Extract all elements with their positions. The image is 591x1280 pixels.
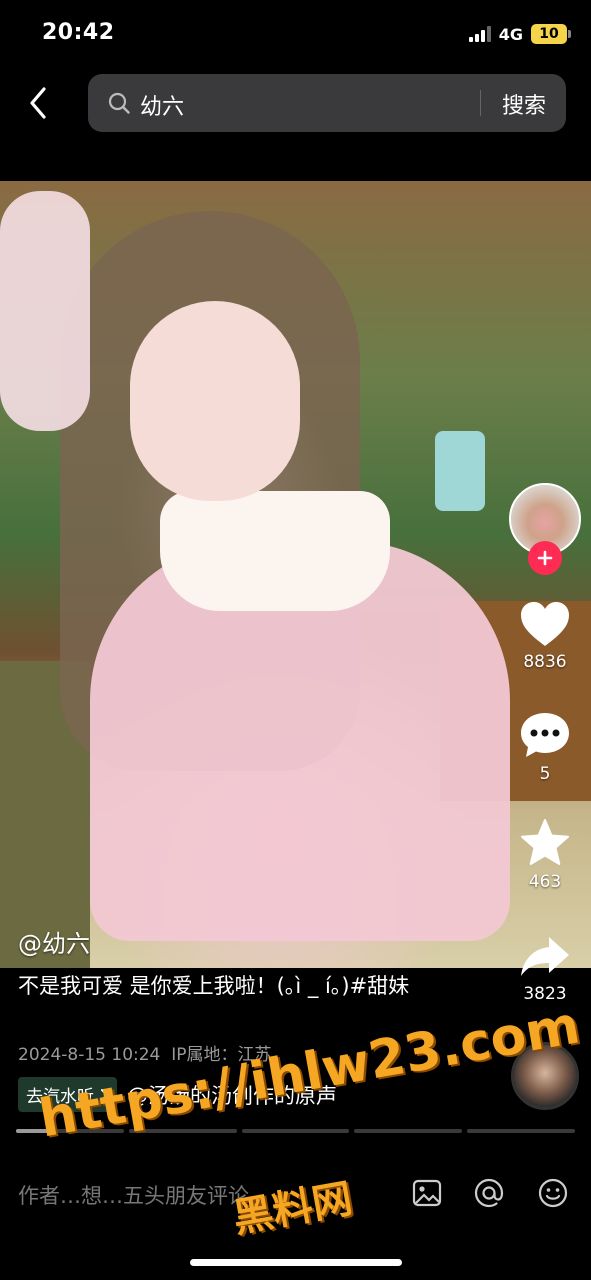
home-indicator[interactable] — [190, 1259, 402, 1266]
author-handle[interactable]: @幼六 — [18, 924, 90, 959]
signal-icon — [468, 26, 491, 42]
progress-segment — [241, 1129, 350, 1133]
status-bar: 20:42 4G 10 — [0, 0, 591, 66]
photo-bow — [0, 191, 90, 431]
follow-button[interactable] — [528, 541, 562, 575]
like-button[interactable]: 8836 — [509, 600, 581, 672]
search-icon — [108, 92, 130, 114]
photo-face — [130, 301, 300, 501]
progress-segment — [354, 1129, 463, 1133]
battery-level: 10 — [539, 26, 559, 42]
photo-collar — [160, 491, 390, 611]
favorite-button[interactable]: 463 — [509, 818, 581, 892]
video-description: 不是我可爱 是你爱上我啦！(｡ì _ í｡)#甜妹 — [18, 974, 410, 998]
comment-count: 5 — [539, 764, 551, 784]
search-button[interactable]: 搜索 — [502, 88, 546, 120]
progress-segment — [467, 1129, 575, 1133]
post-date: 2024-8-15 10:24 — [18, 1045, 161, 1065]
share-arrow-icon — [521, 937, 569, 976]
like-count: 8836 — [523, 652, 567, 672]
image-icon — [412, 1179, 442, 1207]
image-picker-button[interactable] — [410, 1176, 444, 1210]
share-button[interactable]: 3823 — [509, 934, 581, 1004]
search-divider — [480, 90, 481, 116]
battery-icon: 10 — [531, 24, 571, 44]
status-time: 20:42 — [42, 20, 115, 45]
back-button[interactable] — [18, 80, 58, 126]
author-avatar-group[interactable] — [509, 483, 581, 575]
plus-icon — [537, 550, 553, 566]
favorite-count: 463 — [528, 872, 562, 892]
comment-icon — [521, 713, 569, 757]
video-frame[interactable] — [0, 181, 591, 968]
search-bar[interactable]: 幼六 搜索 — [88, 74, 566, 132]
network-type: 4G — [498, 24, 523, 44]
emoji-button[interactable] — [536, 1176, 570, 1210]
smiley-icon — [538, 1178, 568, 1208]
chevron-left-icon — [30, 87, 46, 119]
status-indicators: 4G 10 — [468, 24, 571, 44]
photo-cup — [435, 431, 485, 511]
mention-button[interactable] — [472, 1176, 506, 1210]
comment-input[interactable]: 作者…想…五头朋友评论 — [18, 1180, 249, 1210]
watermark-url: https://ihlw23.com — [34, 995, 585, 1150]
search-input[interactable]: 幼六 — [140, 89, 184, 121]
comment-button[interactable]: 5 — [509, 710, 581, 784]
at-sign-icon — [474, 1178, 504, 1208]
star-icon — [521, 819, 569, 865]
heart-icon — [521, 602, 569, 646]
